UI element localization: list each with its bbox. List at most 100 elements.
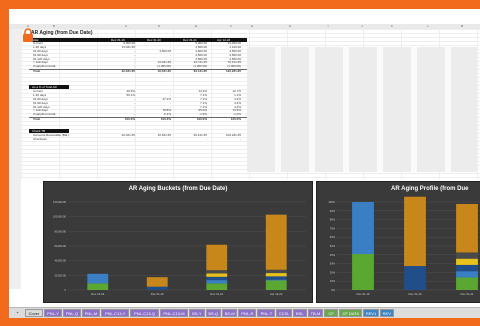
y-tick-label: 0 [65,288,67,292]
y-tick-label: 60,000.00 [54,244,66,248]
bar-segment[interactable] [265,269,287,274]
bar-segment[interactable] [206,283,228,290]
bar-segment[interactable] [265,214,287,270]
sheet-tab[interactable]: REV [379,309,394,317]
sheet-tab[interactable]: PNL-Y [44,309,62,317]
aging-table: Current 9,000.00-9,000.00 13,000.00 1-30 da… [29,41,247,74]
bar-segment[interactable] [456,204,478,253]
y-tick-label: 30% [330,262,336,266]
bar-segment[interactable] [206,276,228,281]
y-tick-label: 10% [330,279,336,283]
bar-segment[interactable] [265,280,287,290]
sheet-tab[interactable]: CF DATA [339,309,363,317]
bar-segment[interactable] [404,196,426,267]
bar-segment[interactable] [265,273,287,277]
cell-value[interactable]: 16,521.65 [143,69,171,74]
bar-segment[interactable] [206,244,228,271]
aging-buckets-title: AR Aging Buckets (from Due Date) [128,186,228,192]
sheet-tab[interactable]: CF [324,309,339,317]
sheet-tab[interactable]: BS-M [222,309,238,317]
pct-table: Current 40.9% -14.3% 12.7% 1-30 days 59.1% -7.… [29,89,247,122]
sheet-tab[interactable]: TB-M [307,309,324,317]
sheet-tab[interactable]: PNL-C13-M [159,309,189,317]
bar-segment[interactable] [146,277,168,287]
sheet-tab[interactable]: PNL-T [257,309,276,317]
bar-segment[interactable] [87,283,109,290]
sheet-tab[interactable]: BSL [292,309,307,317]
cell-value[interactable]: 22,021.65 [107,69,135,74]
lock-icon [23,28,33,42]
y-tick-label: 60% [330,235,336,239]
spreadsheet[interactable]: ABCDEFGHIJKLM AR Aging (from Due Date) A… [9,9,480,314]
total-row: Total 100.0% 100.0% 100.0% 100.0% [29,117,247,122]
bar-segment[interactable] [87,273,109,284]
sheet-tab-bar: + Cover PNL-Y PNL-Q PNL-M PNL-C13-Y PNL-C13-Q P… [9,307,480,318]
sheet-tab[interactable]: CCSL [276,309,292,317]
bar-segment[interactable] [456,258,478,265]
bar-segment[interactable] [456,264,478,272]
cell-value[interactable]: 100.0% [213,117,241,122]
y-tick-label: 20% [330,270,336,274]
x-tick-label: Apr 12-22 [270,292,283,296]
y-tick-label: 0% [331,288,335,292]
sheet-title: AR Aging (from Due Date) [31,30,93,36]
bar-segment[interactable] [206,270,228,274]
y-tick-label: 100,000.00 [53,215,67,219]
cell-value[interactable]: 100.0% [107,117,135,122]
cell-value[interactable]: 102,221.65 [213,69,241,74]
check-table: Accounts Receivable (Bal.) 22,021.65 16,52… [29,133,247,142]
aging-buckets-svg: 0 20,000.00 40,000.00 60,000.00 80,000.00 100… [53,200,306,296]
cell-value[interactable]: 100.0% [179,117,207,122]
y-tick-label: 100% [328,200,335,204]
bar-segment[interactable] [265,279,287,281]
x-tick-label: Dec 31-19 [91,292,104,296]
sheet-tab[interactable]: PNL-C13-Q [130,309,159,317]
bar-segment[interactable] [456,271,478,278]
x-tick-label: Dec 31-19 [357,292,370,296]
sheet-tab[interactable]: PNL-C13-Y [101,309,130,317]
bar-segment[interactable] [456,277,478,290]
sheet-tab[interactable]: BS-Y [189,309,205,317]
aging-profile-chart[interactable]: 0% 10% 20% 30% 40% 50% 60% 70% 80% 90% 100% Dec 31-… [316,181,480,303]
x-tick-label: Dec 31-21 [461,292,474,296]
bar-segment[interactable] [352,202,374,255]
x-tick-label: Dec 31-21 [210,292,223,296]
sheet-tab[interactable]: PNL-Q [63,309,81,317]
row-label: Total [33,117,40,122]
bar-segment[interactable] [352,254,374,290]
aging-buckets-chart[interactable]: 0 20,000.00 40,000.00 60,000.00 80,000.00 100… [43,181,313,303]
cell-value[interactable]: - [143,137,171,142]
row-label: Checksum [33,136,48,141]
sheet-tab[interactable]: REV1 [363,309,379,317]
bar-segment[interactable] [404,266,426,290]
cell-value[interactable]: 100.0% [143,117,171,122]
aging-profile-svg: 0% 10% 20% 30% 40% 50% 60% 70% 80% 90% 100% Dec 31-… [328,196,480,296]
bar-segment[interactable] [146,286,168,290]
shaded-columns [247,47,477,172]
aging-profile-title: AR Aging Profile (from Due [391,186,469,192]
bar-segment[interactable] [206,280,228,284]
row-label: Total [33,69,40,74]
add-sheet-button[interactable]: + [13,309,22,317]
bar-segment[interactable] [456,252,478,259]
cell-value[interactable]: 63,121.65 [179,69,207,74]
cell-value[interactable]: - [179,137,207,142]
sheet-tab[interactable]: PNL-R [238,309,257,317]
y-tick-label: 70% [330,226,336,230]
table-row: Checksum - - - - [29,136,247,142]
y-tick-label: 80% [330,218,336,222]
cell-value[interactable]: - [107,137,135,142]
bar-segment[interactable] [206,273,228,277]
x-tick-label: Dec 31-20 [151,292,164,296]
sheet-tab[interactable]: PNL-M [82,309,100,317]
y-tick-label: 40,000.00 [54,259,66,263]
sheet-tab[interactable]: Cover [25,309,43,317]
x-tick-label: Dec 31-20 [409,292,422,296]
sheet-tab[interactable]: BS-Q [205,309,221,317]
y-tick-label: 80,000.00 [54,229,66,233]
cell-value[interactable]: - [213,137,241,142]
bar-segment[interactable] [265,276,287,280]
y-tick-label: 40% [330,253,336,257]
charts-area: 0 20,000.00 40,000.00 60,000.00 80,000.00 100… [21,179,480,303]
y-tick-label: 50% [330,244,336,248]
